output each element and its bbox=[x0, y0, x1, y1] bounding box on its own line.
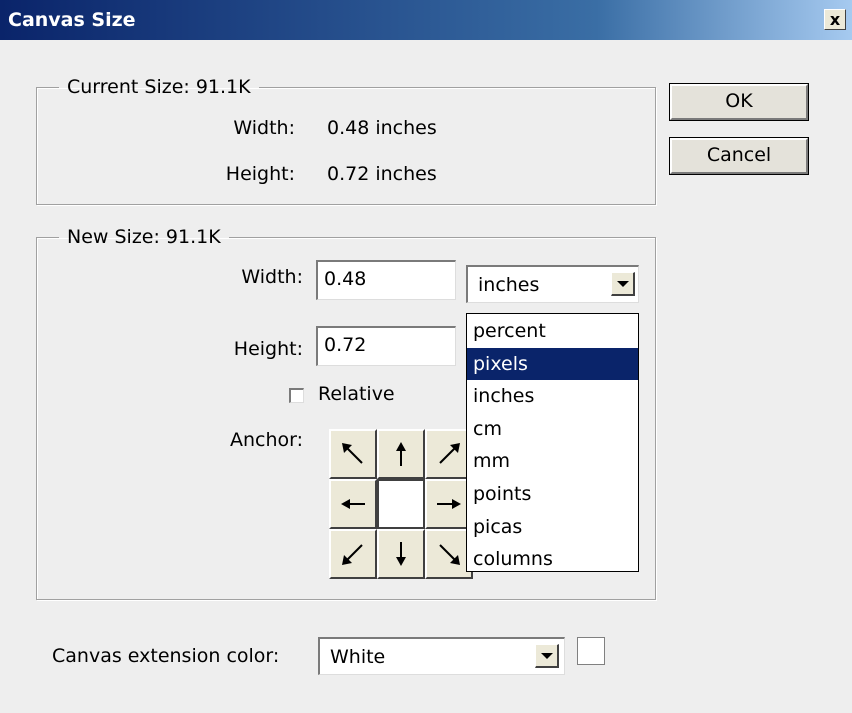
new-width-label: Width: bbox=[241, 266, 303, 288]
extension-color-swatch[interactable] bbox=[577, 637, 605, 665]
unit-dropdown-list: percent pixels inches cm mm points picas… bbox=[466, 313, 639, 572]
anchor-top-left[interactable] bbox=[329, 429, 377, 479]
current-height-value: 0.72 inches bbox=[327, 163, 437, 185]
arrow-down-left-icon bbox=[342, 544, 363, 565]
arrow-left-icon bbox=[341, 499, 365, 509]
current-width-label: Width: bbox=[233, 117, 295, 139]
extension-color-select[interactable]: White bbox=[318, 637, 565, 675]
unit-option[interactable]: inches bbox=[467, 380, 638, 413]
height-input[interactable]: 0.72 bbox=[316, 326, 456, 366]
anchor-bottom-left[interactable] bbox=[329, 529, 377, 579]
unit-option[interactable]: points bbox=[467, 478, 638, 511]
title-bar: Canvas Size x bbox=[0, 0, 852, 40]
arrow-down-right-icon bbox=[439, 544, 460, 565]
relative-checkbox[interactable] bbox=[289, 388, 304, 403]
current-height-label: Height: bbox=[225, 163, 295, 185]
arrow-up-left-icon bbox=[342, 443, 363, 464]
unit-option[interactable]: mm bbox=[467, 445, 638, 478]
anchor-left[interactable] bbox=[329, 479, 377, 529]
close-icon: x bbox=[829, 10, 841, 29]
unit-option[interactable]: picas bbox=[467, 511, 638, 544]
anchor-grid bbox=[329, 429, 473, 579]
unit-option[interactable]: columns bbox=[467, 543, 638, 576]
extension-color-label: Canvas extension color: bbox=[52, 645, 280, 667]
extension-color-value: White bbox=[330, 646, 386, 668]
current-width-value: 0.48 inches bbox=[327, 117, 437, 139]
width-input[interactable]: 0.48 bbox=[316, 260, 456, 300]
unit-dropdown-button[interactable] bbox=[611, 272, 635, 296]
anchor-top[interactable] bbox=[377, 429, 425, 479]
new-height-label: Height: bbox=[233, 338, 303, 360]
arrow-up-right-icon bbox=[439, 443, 460, 464]
anchor-center[interactable] bbox=[377, 479, 425, 529]
new-size-legend: New Size: 91.1K bbox=[67, 226, 221, 248]
ok-button[interactable]: OK bbox=[669, 83, 809, 121]
anchor-bottom[interactable] bbox=[377, 529, 425, 579]
unit-option-selected[interactable]: pixels bbox=[467, 347, 638, 381]
relative-label: Relative bbox=[318, 383, 395, 405]
current-size-legend: Current Size: 91.1K bbox=[67, 76, 251, 98]
arrow-down-icon bbox=[396, 542, 406, 566]
current-size-group: Current Size: 91.1K bbox=[36, 76, 656, 205]
anchor-label: Anchor: bbox=[229, 429, 303, 451]
arrow-up-icon bbox=[396, 442, 406, 466]
close-button[interactable]: x bbox=[824, 9, 846, 30]
window-title: Canvas Size bbox=[8, 9, 136, 31]
unit-select-value: inches bbox=[478, 274, 540, 296]
extension-dropdown-button[interactable] bbox=[535, 644, 559, 668]
unit-option[interactable]: cm bbox=[467, 413, 638, 446]
cancel-button[interactable]: Cancel bbox=[669, 137, 809, 175]
unit-option[interactable]: percent bbox=[467, 315, 638, 348]
arrow-right-icon bbox=[437, 499, 461, 509]
